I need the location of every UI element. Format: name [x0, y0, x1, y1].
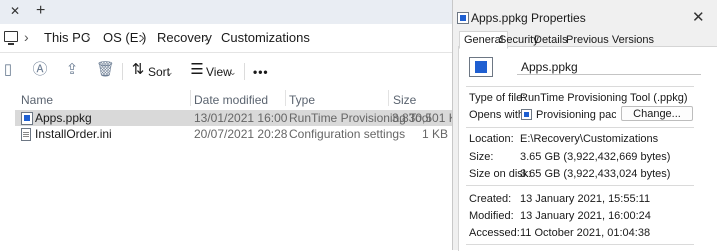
divider	[466, 86, 694, 87]
type-label: Type of file:	[469, 92, 526, 104]
chevron-down-icon[interactable]: ⌄	[166, 67, 174, 78]
column-divider[interactable]	[190, 90, 191, 106]
breadcrumb-this-pc[interactable]: This PC	[44, 30, 90, 45]
ppkg-file-icon	[21, 112, 33, 125]
ppkg-file-icon	[469, 57, 493, 77]
opens-with-value: Provisioning package rur	[536, 109, 616, 121]
delete-icon[interactable]: 🗑	[96, 62, 115, 78]
new-tab-icon[interactable]: +	[36, 2, 45, 20]
view-button[interactable]: View	[206, 65, 232, 79]
breadcrumb-customizations[interactable]: Customizations	[221, 30, 310, 45]
toolbar-divider	[244, 63, 245, 80]
ini-file-icon	[21, 128, 31, 141]
column-header-date[interactable]: Date modified	[194, 93, 268, 107]
change-button[interactable]: Change...	[621, 106, 693, 121]
more-options-button[interactable]: •••	[253, 65, 269, 79]
chevron-right-icon: ›	[86, 29, 91, 45]
divider	[466, 185, 694, 186]
toolbar-divider	[122, 63, 123, 80]
column-header-type[interactable]: Type	[289, 93, 315, 107]
chevron-right-icon: ›	[204, 29, 209, 45]
close-icon[interactable]: ✕	[692, 8, 705, 26]
column-header-name[interactable]: Name	[21, 93, 53, 107]
file-date: 13/01/2021 16:00	[194, 111, 288, 125]
opens-with-label: Opens with:	[469, 109, 528, 121]
chevron-right-icon: ›	[140, 29, 145, 45]
file-name[interactable]: Apps.ppkg	[35, 110, 92, 126]
size-value: 3.65 GB (3,922,432,669 bytes)	[520, 151, 671, 163]
file-size: 1 KB	[422, 127, 449, 141]
file-type: Configuration settings	[289, 127, 406, 141]
location-value: E:\Recovery\Customizations	[520, 133, 659, 145]
ppkg-file-icon	[457, 12, 469, 24]
new-icon[interactable]: ▯	[0, 62, 16, 78]
size-on-disk-value: 3.65 GB (3,922,433,024 bytes)	[520, 168, 671, 180]
column-divider[interactable]	[285, 90, 286, 106]
filename-field[interactable]	[517, 59, 701, 75]
divider	[466, 244, 694, 245]
view-icon[interactable]: ☰	[189, 62, 205, 78]
location-label: Location:	[469, 133, 514, 145]
provisioning-app-icon	[521, 109, 532, 120]
modified-label: Modified:	[469, 210, 514, 222]
dialog-title: Apps.ppkg Properties	[471, 11, 586, 25]
file-name[interactable]: InstallOrder.ini	[35, 126, 112, 142]
chevron-right-icon: ›	[24, 29, 29, 45]
computer-icon	[4, 31, 18, 45]
divider	[466, 127, 694, 128]
share-icon[interactable]: ⇪	[64, 62, 80, 78]
rename-icon[interactable]: Ⓐ	[32, 62, 48, 78]
size-label: Size:	[469, 151, 494, 163]
modified-value: 13 January 2021, 16:00:24	[520, 210, 651, 222]
created-label: Created:	[469, 193, 512, 205]
column-header-size[interactable]: Size	[393, 93, 416, 107]
close-tab-icon[interactable]: ✕	[10, 4, 20, 18]
column-divider[interactable]	[388, 90, 389, 106]
type-value: RunTime Provisioning Tool (.ppkg)	[520, 92, 688, 104]
sort-icon[interactable]: ⇅	[130, 62, 146, 78]
tab-strip	[0, 0, 452, 24]
tab-previous-versions[interactable]: Previous Versions	[562, 33, 658, 47]
accessed-label: Accessed:	[469, 227, 520, 239]
file-date: 20/07/2021 20:28	[194, 127, 288, 141]
created-value: 13 January 2021, 15:55:11	[520, 193, 651, 205]
chevron-down-icon[interactable]: ⌄	[229, 67, 237, 78]
accessed-value: 11 October 2021, 01:04:38	[520, 227, 651, 239]
